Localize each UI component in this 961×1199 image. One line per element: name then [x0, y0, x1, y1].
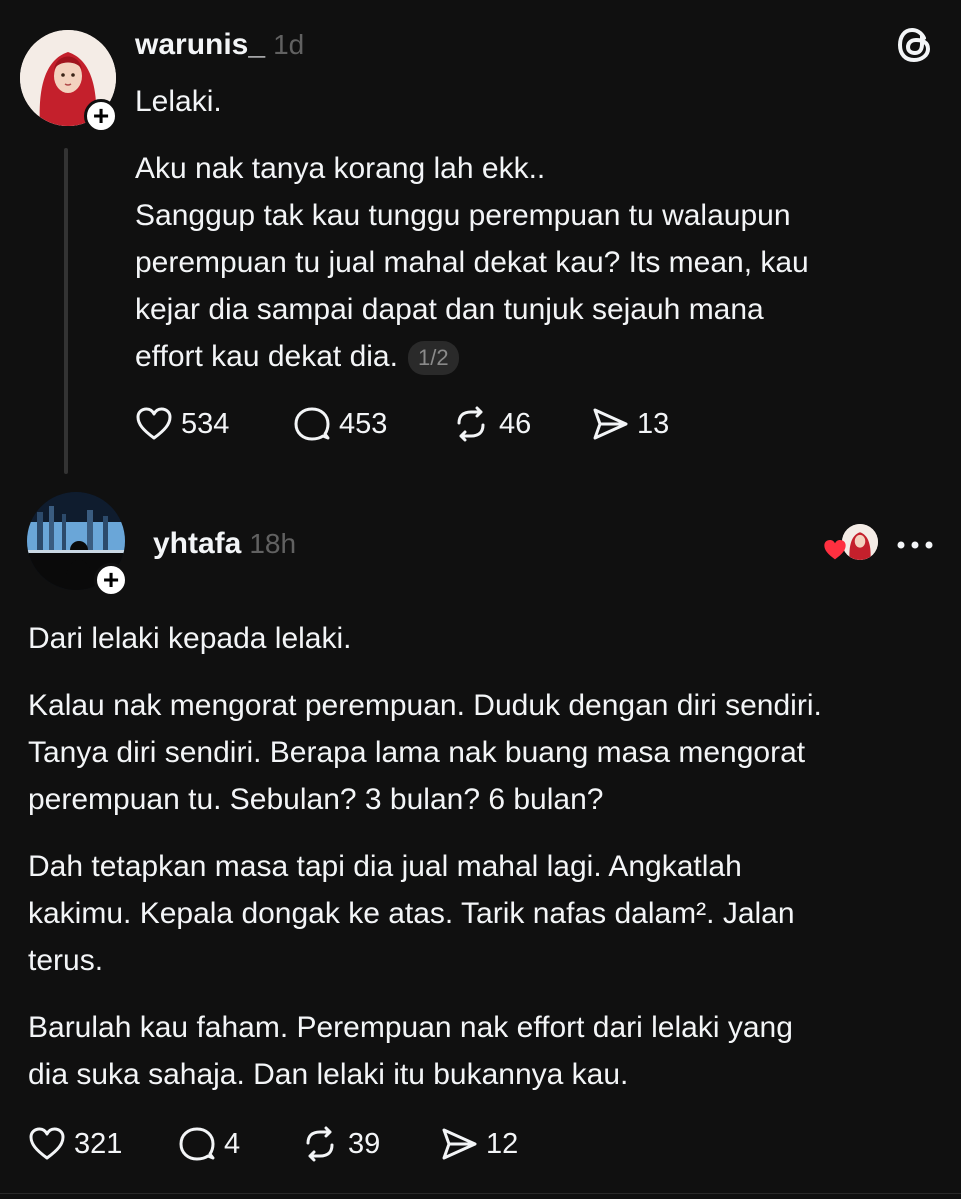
thread-line	[64, 148, 68, 474]
post-line: dia suka sahaja. Dan lelaki itu bukannya…	[28, 1058, 629, 1091]
repost-count: 46	[499, 407, 532, 440]
post-time: 1d	[273, 29, 305, 60]
liked-by-author-indicator[interactable]	[822, 524, 878, 564]
reply-count: 453	[339, 407, 388, 440]
username[interactable]: warunis_	[135, 28, 265, 61]
red-heart-icon	[824, 540, 846, 560]
post-line: Dari lelaki kepada lelaki.	[28, 622, 352, 655]
divider	[0, 1193, 961, 1194]
repost-button[interactable]: 46	[451, 406, 591, 442]
paragraph: Dari lelaki kepada lelaki.	[28, 615, 943, 662]
like-count: 321	[74, 1127, 123, 1160]
username[interactable]: yhtafa	[153, 527, 241, 560]
follow-plus-icon[interactable]: +	[84, 99, 118, 133]
heart-icon	[29, 1127, 65, 1160]
post-body: Lelaki. Aku nak tanya korang lah ekk.. S…	[135, 78, 935, 380]
share-count: 13	[637, 407, 670, 440]
post-time: 18h	[249, 528, 297, 559]
post-body: Dari lelaki kepada lelaki. Kalau nak men…	[28, 615, 943, 1098]
reply-button[interactable]: 453	[293, 406, 451, 442]
post-line: Aku nak tanya korang lah ekk..	[135, 152, 546, 185]
page-indicator-badge[interactable]: 1/2	[407, 341, 459, 376]
post-line: Barulah kau faham. Perempuan nak effort …	[28, 1011, 793, 1044]
share-button[interactable]: 12	[440, 1126, 550, 1162]
post-line: terus.	[28, 944, 104, 977]
repost-icon	[457, 406, 485, 442]
like-count: 534	[181, 407, 230, 440]
post-title: Lelaki.	[135, 85, 222, 118]
send-icon	[593, 408, 628, 440]
paragraph: Barulah kau faham. Perempuan nak effort …	[28, 1004, 943, 1098]
post-header: yhtafa 18h	[153, 525, 296, 568]
post-actions: 321 4 39 12	[28, 1126, 550, 1162]
post-line: Dah tetapkan masa tapi dia jual mahal la…	[28, 850, 742, 883]
post-line: perempuan tu. Sebulan? 3 bulan? 6 bulan?	[28, 783, 604, 816]
repost-button[interactable]: 39	[300, 1126, 440, 1162]
follow-plus-icon[interactable]: +	[94, 563, 128, 597]
threads-logo-icon[interactable]	[894, 24, 936, 71]
share-button[interactable]: 13	[591, 406, 701, 442]
reply-button[interactable]: 4	[178, 1126, 300, 1162]
share-count: 12	[486, 1127, 519, 1160]
post-line: effort kau dekat dia. 1/2	[135, 333, 935, 380]
comment-bubble-icon	[179, 1127, 215, 1161]
paragraph: Kalau nak mengorat perempuan. Duduk deng…	[28, 682, 943, 823]
paragraph: Dah tetapkan masa tapi dia jual mahal la…	[28, 843, 943, 984]
repost-icon	[306, 1126, 334, 1162]
like-button[interactable]: 321	[28, 1126, 178, 1162]
post-actions: 534 453 46 13	[135, 406, 701, 442]
like-button[interactable]: 534	[135, 406, 293, 442]
repost-count: 39	[348, 1127, 381, 1160]
post-line: perempuan tu jual mahal dekat kau? Its m…	[135, 246, 809, 279]
heart-icon	[136, 407, 172, 440]
more-horizontal-icon[interactable]	[895, 538, 935, 556]
reply-count: 4	[224, 1127, 241, 1160]
post-line: Tanya diri sendiri. Berapa lama nak buan…	[28, 736, 806, 769]
post-line: kejar dia sampai dapat dan tunjuk sejauh…	[135, 293, 764, 326]
send-icon	[442, 1128, 477, 1160]
post-line: Kalau nak mengorat perempuan. Duduk deng…	[28, 689, 822, 722]
post-line: kakimu. Kepala dongak ke atas. Tarik naf…	[28, 897, 795, 930]
comment-bubble-icon	[294, 407, 330, 441]
post-header: warunis_ 1d	[135, 27, 304, 68]
post-line: Sanggup tak kau tunggu perempuan tu wala…	[135, 199, 791, 232]
